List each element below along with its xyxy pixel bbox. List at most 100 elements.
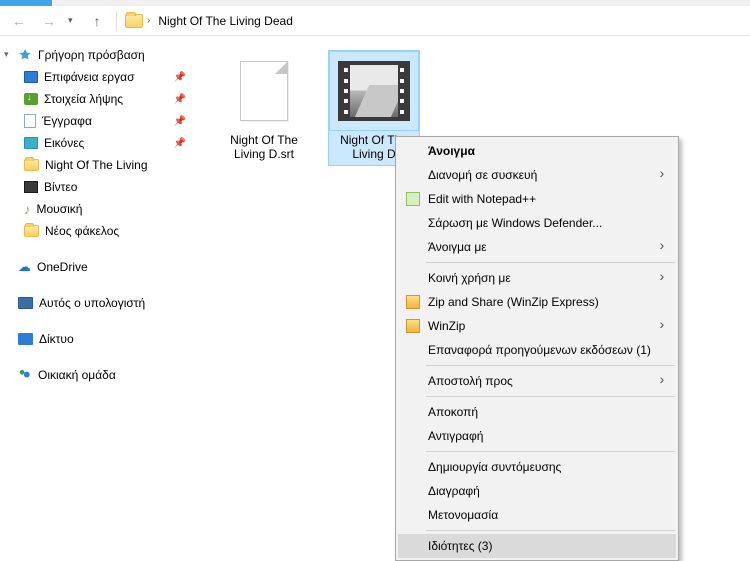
menu-label: WinZip (428, 319, 465, 333)
folder-icon (125, 14, 143, 28)
sidebar-quick-access[interactable]: ▾ Γρήγορη πρόσβαση (0, 44, 200, 66)
menu-separator (426, 262, 675, 263)
menu-label: Edit with Notepad++ (428, 192, 536, 206)
sidebar-item-desktop[interactable]: Επιφάνεια εργασ 📌 (0, 66, 200, 88)
menu-label: Άνοιγμα με (428, 240, 487, 254)
file-thumbnail (329, 51, 419, 131)
chevron-right-icon[interactable]: › (147, 15, 150, 26)
sidebar-item-label: Επιφάνεια εργασ (44, 70, 134, 84)
file-item-subtitle[interactable]: Night Of The Living D.srt (218, 50, 310, 162)
active-tab-indicator (0, 0, 52, 6)
menu-label: Άνοιγμα (428, 144, 475, 158)
pin-icon: 📌 (174, 94, 186, 105)
up-button[interactable]: ↑ (86, 10, 108, 32)
menu-cut[interactable]: Αποκοπή (398, 400, 676, 424)
menu-zip-and-share[interactable]: Zip and Share (WinZip Express) (398, 290, 676, 314)
documents-icon (24, 114, 36, 128)
menu-label: Διαγραφή (428, 484, 480, 498)
pin-icon: 📌 (174, 116, 186, 127)
winzip-icon (404, 293, 422, 311)
menu-label: Διανομή σε συσκευή (428, 168, 537, 182)
notepadpp-icon (404, 190, 422, 208)
chevron-right-icon: › (658, 318, 666, 334)
sidebar-item-label: Γρήγορη πρόσβαση (38, 48, 145, 62)
sidebar-item-label: Εικόνες (44, 136, 84, 150)
sidebar-item-folder[interactable]: Night Of The Living (0, 154, 200, 176)
menu-label: Σάρωση με Windows Defender... (428, 216, 602, 230)
menu-edit-notepadpp[interactable]: Edit with Notepad++ (398, 187, 676, 211)
menu-label: Επαναφορά προηγούμενων εκδόσεων (1) (428, 343, 651, 357)
navigation-sidebar: ▾ Γρήγορη πρόσβαση Επιφάνεια εργασ 📌 Στο… (0, 36, 200, 540)
chevron-right-icon: › (658, 373, 666, 389)
sidebar-network[interactable]: Δίκτυο (0, 328, 200, 350)
chevron-down-icon[interactable]: ▾ (4, 49, 9, 60)
winzip-icon (404, 317, 422, 335)
menu-open-with[interactable]: Άνοιγμα με › (398, 235, 676, 259)
chevron-right-icon: › (658, 239, 666, 255)
menu-create-shortcut[interactable]: Δημιουργία συντόμευσης (398, 455, 676, 479)
menu-separator (426, 530, 675, 531)
chevron-right-icon: › (658, 270, 666, 286)
pin-icon: 📌 (174, 72, 186, 83)
sidebar-item-folder[interactable]: Νέος φάκελος (0, 220, 200, 242)
menu-winzip[interactable]: WinZip › (398, 314, 676, 338)
history-dropdown[interactable]: ▾ (68, 15, 78, 26)
cloud-icon: ☁ (18, 259, 31, 275)
text-file-icon (240, 61, 288, 121)
menu-rename[interactable]: Μετονομασία (398, 503, 676, 527)
videos-icon (24, 181, 38, 193)
sidebar-item-label: Night Of The Living (45, 158, 148, 172)
menu-scan-defender[interactable]: Σάρωση με Windows Defender... (398, 211, 676, 235)
menu-separator (426, 365, 675, 366)
folder-icon (24, 159, 39, 171)
pictures-icon (24, 137, 38, 149)
menu-label: Αντιγραφή (428, 429, 483, 443)
toolbar-separator (116, 11, 117, 31)
sidebar-item-label: Στοιχεία λήψης (44, 92, 123, 106)
menu-delete[interactable]: Διαγραφή (398, 479, 676, 503)
breadcrumb-folder[interactable]: Night Of The Living Dead (154, 11, 297, 31)
desktop-icon (24, 71, 38, 83)
sidebar-item-downloads[interactable]: Στοιχεία λήψης 📌 (0, 88, 200, 110)
menu-properties[interactable]: Ιδιότητες (3) (398, 534, 676, 558)
sidebar-item-label: Οικιακή ομάδα (38, 368, 116, 382)
sidebar-item-label: Δίκτυο (39, 332, 74, 346)
sidebar-item-pictures[interactable]: Εικόνες 📌 (0, 132, 200, 154)
star-icon (18, 48, 32, 62)
pin-icon: 📌 (174, 138, 186, 149)
sidebar-item-label: Έγγραφα (42, 114, 92, 128)
menu-label: Ιδιότητες (3) (428, 539, 492, 553)
music-icon: ♪ (24, 202, 31, 217)
network-icon (18, 333, 33, 345)
menu-separator (426, 451, 675, 452)
forward-button[interactable]: → (38, 10, 60, 32)
sidebar-homegroup[interactable]: Οικιακή ομάδα (0, 364, 200, 386)
menu-label: Δημιουργία συντόμευσης (428, 460, 561, 474)
back-button[interactable]: ← (8, 10, 30, 32)
downloads-icon (24, 93, 38, 105)
sidebar-item-label: Νέος φάκελος (45, 224, 119, 238)
sidebar-item-label: Αυτός ο υπολογιστή (39, 296, 145, 310)
folder-icon (24, 225, 39, 237)
sidebar-onedrive[interactable]: ☁ OneDrive (0, 256, 200, 278)
navigation-toolbar: ← → ▾ ↑ › Night Of The Living Dead (0, 6, 750, 36)
menu-restore-previous[interactable]: Επαναφορά προηγούμενων εκδόσεων (1) (398, 338, 676, 362)
menu-send-to[interactable]: Αποστολή προς › (398, 369, 676, 393)
sidebar-item-music[interactable]: ♪ Μουσική (0, 198, 200, 220)
video-file-icon (338, 61, 410, 121)
sidebar-item-label: Μουσική (37, 202, 83, 216)
menu-open[interactable]: Άνοιγμα (398, 139, 676, 163)
homegroup-icon (18, 367, 32, 384)
menu-label: Κοινή χρήση με (428, 271, 511, 285)
menu-share-with[interactable]: Κοινή χρήση με › (398, 266, 676, 290)
breadcrumb[interactable]: › Night Of The Living Dead (125, 11, 297, 31)
menu-copy[interactable]: Αντιγραφή (398, 424, 676, 448)
sidebar-item-videos[interactable]: Βίντεο (0, 176, 200, 198)
menu-cast-to-device[interactable]: Διανομή σε συσκευή › (398, 163, 676, 187)
menu-label: Αποστολή προς (428, 374, 513, 388)
file-name: Night Of The Living D.srt (219, 133, 309, 161)
chevron-right-icon: › (658, 167, 666, 183)
pc-icon (18, 297, 33, 309)
sidebar-this-pc[interactable]: Αυτός ο υπολογιστή (0, 292, 200, 314)
sidebar-item-documents[interactable]: Έγγραφα 📌 (0, 110, 200, 132)
